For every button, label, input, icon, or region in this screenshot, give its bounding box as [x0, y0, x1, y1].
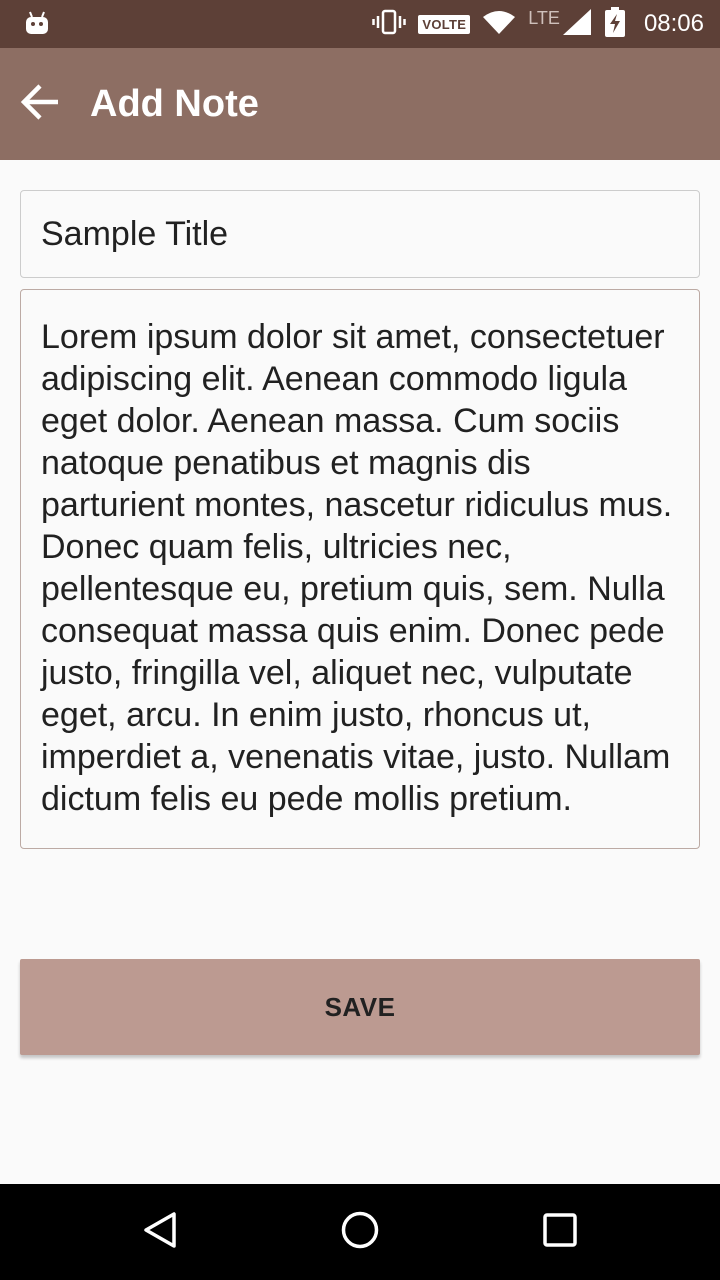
nav-back-button[interactable]	[132, 1204, 188, 1260]
home-circle-icon	[340, 1210, 380, 1255]
status-bar: VOLTE LTE 08:06	[0, 0, 720, 48]
android-icon	[24, 10, 50, 41]
vibrate-icon	[372, 9, 407, 40]
back-button[interactable]	[12, 76, 68, 132]
volte-icon: VOLTE	[418, 14, 471, 34]
arrow-back-icon	[20, 82, 60, 127]
wifi-icon	[482, 9, 516, 40]
note-body-field[interactable]: Lorem ipsum dolor sit amet, consectetuer…	[20, 289, 700, 849]
system-nav-bar	[0, 1184, 720, 1280]
back-triangle-icon	[140, 1210, 180, 1255]
lte-label: LTE	[528, 7, 560, 28]
save-button[interactable]: SAVE	[20, 959, 700, 1055]
nav-home-button[interactable]	[332, 1204, 388, 1260]
status-clock: 08:06	[643, 10, 704, 37]
recents-square-icon	[540, 1210, 580, 1255]
app-bar: Add Note	[0, 48, 720, 160]
battery-charging-icon	[604, 6, 626, 42]
nav-recents-button[interactable]	[532, 1204, 588, 1260]
note-title-field[interactable]	[20, 190, 700, 278]
lte-signal-icon	[562, 8, 592, 41]
page-title: Add Note	[90, 83, 259, 125]
